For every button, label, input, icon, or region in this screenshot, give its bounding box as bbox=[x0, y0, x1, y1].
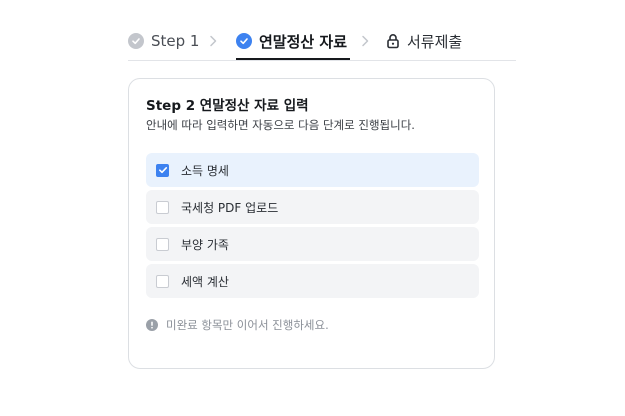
card-title: Step 2 연말정산 자료 입력 bbox=[146, 98, 309, 114]
page: Step 1 연말정산 자료 서류제출 Step 2 연말정산 자료 입력 안내… bbox=[0, 0, 625, 416]
active-step-underline bbox=[236, 58, 350, 60]
checklist-item-label: 세액 계산 bbox=[181, 274, 229, 289]
step-3-tab[interactable]: 서류제출 bbox=[386, 30, 462, 52]
info-circle-icon bbox=[146, 319, 158, 331]
chevron-right-icon bbox=[362, 35, 369, 47]
check-icon bbox=[158, 167, 167, 174]
step-1-tab[interactable]: Step 1 bbox=[128, 30, 199, 52]
step-1-label: Step 1 bbox=[151, 32, 200, 50]
check-circle-icon bbox=[128, 33, 144, 49]
notice: 미완료 항목만 이어서 진행하세요. bbox=[146, 317, 329, 333]
check-circle-icon bbox=[236, 33, 252, 49]
lock-icon bbox=[387, 34, 399, 49]
checklist-item-label: 소득 명세 bbox=[181, 163, 229, 178]
checklist-item-income[interactable]: 소득 명세 bbox=[146, 153, 479, 187]
chevron-right-icon bbox=[210, 35, 217, 47]
stepper: Step 1 연말정산 자료 서류제출 bbox=[128, 22, 516, 61]
checklist-item-tax-calc[interactable]: 세액 계산 bbox=[146, 264, 479, 298]
notice-text: 미완료 항목만 이어서 진행하세요. bbox=[166, 318, 329, 332]
step-2-tab[interactable]: 연말정산 자료 bbox=[236, 30, 347, 52]
checklist-item-dependents[interactable]: 부양 가족 bbox=[146, 227, 479, 261]
checkbox[interactable] bbox=[156, 237, 169, 251]
checkbox[interactable] bbox=[156, 200, 169, 214]
checklist-item-label: 국세청 PDF 업로드 bbox=[181, 200, 279, 215]
checklist-item-pdf-upload[interactable]: 국세청 PDF 업로드 bbox=[146, 190, 479, 224]
input-card: Step 2 연말정산 자료 입력 안내에 따라 입력하면 자동으로 다음 단계… bbox=[128, 78, 495, 369]
step-3-label: 서류제출 bbox=[407, 32, 463, 51]
checkbox-checked[interactable] bbox=[156, 163, 169, 177]
checklist: 소득 명세 국세청 PDF 업로드 부양 가족 세액 계산 bbox=[146, 153, 479, 301]
checkbox[interactable] bbox=[156, 274, 169, 288]
checklist-item-label: 부양 가족 bbox=[181, 237, 229, 252]
card-description: 안내에 따라 입력하면 자동으로 다음 단계로 진행됩니다. bbox=[146, 118, 415, 132]
step-2-label: 연말정산 자료 bbox=[259, 32, 348, 51]
